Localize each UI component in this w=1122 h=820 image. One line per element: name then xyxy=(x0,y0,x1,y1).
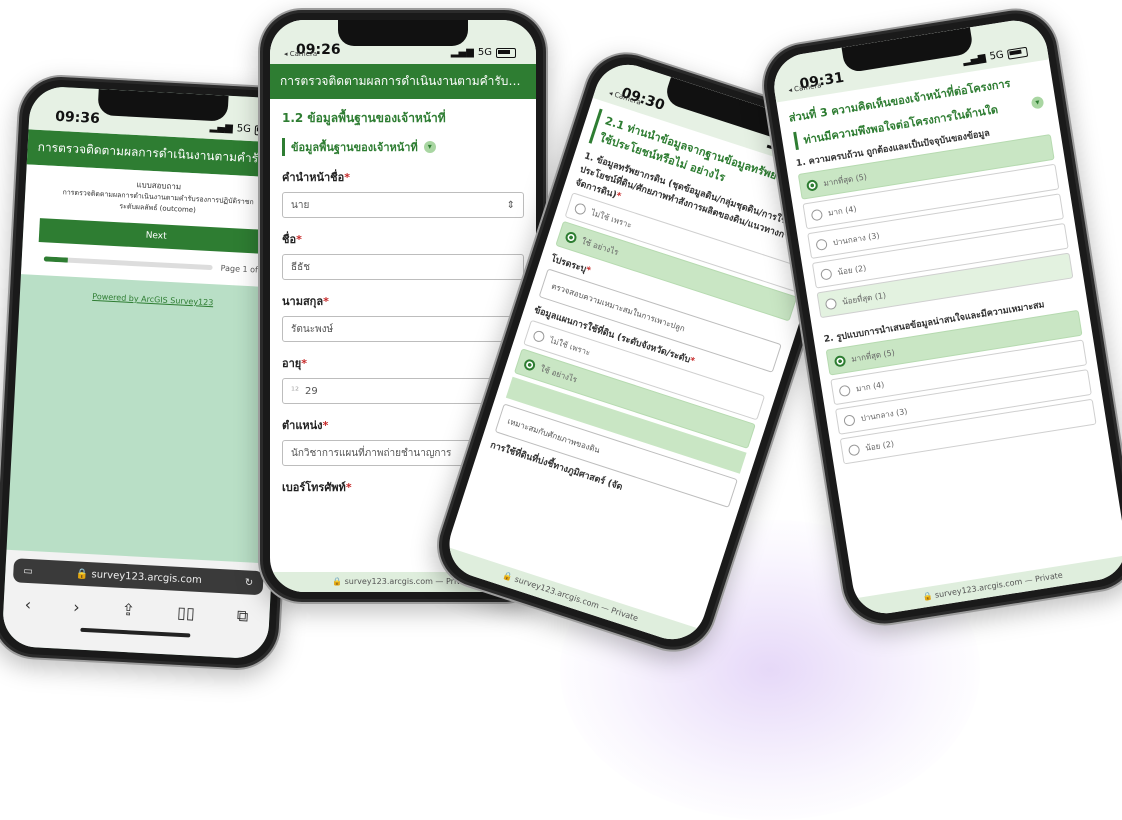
network-label: 5G xyxy=(477,47,492,58)
field-label-prefix: คำนำหน้าชื่อ* xyxy=(282,171,351,184)
address-url: 🔒 survey123.arcgis.com xyxy=(75,567,202,586)
firstname-value: ธีธัช xyxy=(291,261,310,273)
share-icon[interactable]: ⇪ xyxy=(121,600,135,621)
option-label: ไม่ใช้ เพราะ xyxy=(548,335,592,357)
home-indicator xyxy=(80,627,191,638)
phone-2-notch xyxy=(338,20,468,46)
field-label-firstname: ชื่อ* xyxy=(282,233,302,246)
radio-button-selected[interactable] xyxy=(522,357,537,372)
number-icon: ¹² xyxy=(291,385,300,397)
field-label-lastname: นามสกุล* xyxy=(282,295,329,308)
safari-toolbar: ‹ › ⇪ ▯▯ ⧉ xyxy=(3,594,270,628)
next-button[interactable]: Next xyxy=(38,218,274,255)
radio-button-selected[interactable] xyxy=(833,354,847,368)
status-icons: ▂▄▆ 5G xyxy=(451,47,516,58)
radio-button[interactable] xyxy=(815,237,828,251)
progress-row: Page 1 of 7 xyxy=(43,254,266,275)
battery-icon xyxy=(496,47,516,58)
bookmarks-icon[interactable]: ▯▯ xyxy=(177,603,196,624)
radio-button[interactable] xyxy=(810,208,824,221)
option-label: ปานกลาง (3) xyxy=(860,406,908,423)
option-label: มาก (4) xyxy=(855,379,885,394)
option-label: ปานกลาง (3) xyxy=(832,230,881,247)
radio-button[interactable] xyxy=(819,267,833,281)
select-arrows-icon: ⇕ xyxy=(506,199,515,211)
reload-icon[interactable]: ↻ xyxy=(244,577,253,588)
back-to-camera[interactable]: ◂ Camera xyxy=(284,50,317,58)
option-label: ใช้ อย่างไร xyxy=(580,236,620,257)
survey-header: การตรวจติดตามผลการดำเนินงานตามคำรับร... xyxy=(270,64,536,99)
lastname-value: รัตนะพงษ์ xyxy=(291,323,334,335)
option-label: มากที่สุด (5) xyxy=(850,347,896,364)
powered-by-link[interactable]: Powered by ArcGIS Survey123 xyxy=(20,288,286,311)
network-label: 5G xyxy=(236,123,252,135)
firstname-input[interactable]: ธีธัช xyxy=(282,254,524,280)
signal-icon: ▂▄▆ xyxy=(209,121,234,135)
back-icon[interactable]: ‹ xyxy=(24,595,31,615)
forward-icon[interactable]: › xyxy=(73,597,80,617)
survey-intro-card: แบบสอบถาม การตรวจติดตามผลการดำเนินงานตาม… xyxy=(20,164,293,289)
network-label: 5G xyxy=(988,49,1005,63)
lastname-input[interactable]: รัตนะพงษ์ xyxy=(282,316,524,342)
option-label: มากที่สุด (5) xyxy=(822,171,868,188)
signal-icon: ▂▄▆ xyxy=(450,47,474,58)
option-label: ใช้ อย่างไร xyxy=(539,363,579,385)
radio-button[interactable] xyxy=(838,384,851,397)
tabs-overview-icon[interactable]: ⧉ xyxy=(236,606,248,627)
option-label: น้อย (2) xyxy=(864,438,895,453)
group-title[interactable]: ข้อมูลพื้นฐานของเจ้าหน้าที่ ▾ xyxy=(282,138,524,156)
radio-button[interactable] xyxy=(532,328,546,343)
progress-fill xyxy=(43,256,68,263)
signal-icon: ▂▄▆ xyxy=(962,52,987,67)
battery-icon xyxy=(1006,46,1029,60)
radio-button[interactable] xyxy=(843,413,856,427)
phone-1-screen: 09:36 ▂▄▆ 5G การตรวจติดตามผลการดำเนินงาน… xyxy=(1,85,297,660)
radio-button-selected[interactable] xyxy=(564,230,579,244)
age-value: 29 xyxy=(305,385,318,397)
status-icons: ▂▄▆ 5G xyxy=(962,46,1029,67)
radio-button-selected[interactable] xyxy=(805,178,819,192)
option-label: มาก (4) xyxy=(827,203,858,218)
radio-button[interactable] xyxy=(847,443,861,456)
option-label: ไม่ใช้ เพราะ xyxy=(589,207,633,230)
prefix-select[interactable]: นาย ⇕ xyxy=(282,192,524,218)
radio-button[interactable] xyxy=(573,201,588,216)
option-label: น้อยที่สุด (1) xyxy=(841,290,887,307)
safari-address-bar[interactable]: ▭ 🔒 survey123.arcgis.com ↻ xyxy=(12,558,264,596)
group-title-label: ข้อมูลพื้นฐานของเจ้าหน้าที่ xyxy=(291,141,418,154)
prefix-value: นาย xyxy=(291,199,310,211)
url-footer: 🔒 survey123.arcgis.com — Private xyxy=(854,555,1122,619)
status-time: 09:36 xyxy=(54,108,101,128)
tabs-icon[interactable]: ▭ xyxy=(23,565,33,576)
position-value: นักวิชาการแผนที่ภาพถ่ายชำนาญการ xyxy=(291,447,452,459)
field-label-age: อายุ* xyxy=(282,357,307,370)
safari-bottom-bar: ▭ 🔒 survey123.arcgis.com ↻ ‹ › ⇪ ▯▯ ⧉ xyxy=(1,549,273,660)
progress-track xyxy=(43,256,213,271)
collapse-icon[interactable]: ▾ xyxy=(423,141,436,153)
radio-button[interactable] xyxy=(824,297,838,310)
section-title: 1.2 ข้อมูลพื้นฐานของเจ้าหน้าที่ xyxy=(282,111,446,125)
collapse-icon[interactable]: ▾ xyxy=(1030,95,1045,110)
back-to-camera[interactable]: ◂ Camera xyxy=(788,81,822,94)
option-label: น้อย (2) xyxy=(836,263,867,277)
